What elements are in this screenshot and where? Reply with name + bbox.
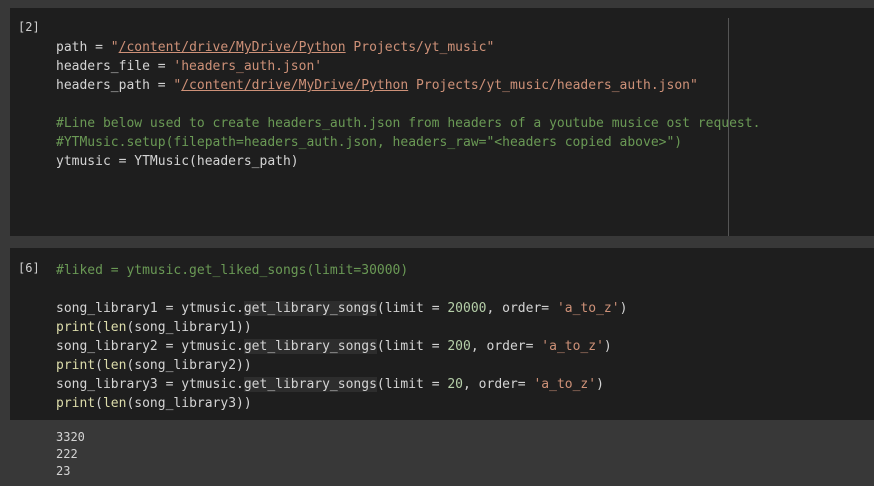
execution-count-1: [2] xyxy=(18,20,40,34)
code-token: ( xyxy=(95,358,103,373)
code-token: headers_file = xyxy=(56,59,174,74)
code-token: , order= xyxy=(463,377,534,392)
code-token: (limit = xyxy=(376,301,448,316)
code-token: headers_path = xyxy=(56,78,174,93)
code-token: song_library1 = ytmusic. xyxy=(56,301,244,316)
line-length-ruler xyxy=(728,18,729,236)
code-token: get_library_songs xyxy=(243,301,377,316)
code-token: print xyxy=(56,320,96,335)
code-token: ( xyxy=(95,320,103,335)
code-token: len xyxy=(102,358,127,373)
code-token: Projects/yt_music/headers_auth.json" xyxy=(408,78,698,93)
code-token: get_library_songs xyxy=(243,377,377,392)
code-line: song_library3 = ytmusic.get_library_song… xyxy=(56,375,874,394)
code-token: (song_library3)) xyxy=(126,396,252,411)
code-token: 'a_to_z' xyxy=(556,301,620,316)
code-token: len xyxy=(102,396,127,411)
code-token: print xyxy=(56,396,96,411)
code-token: 'headers_auth.json' xyxy=(173,59,323,74)
code-line: print(len(song_library3)) xyxy=(56,394,874,413)
cell-output: 3320 222 23 xyxy=(56,429,85,480)
output-line: 222 xyxy=(56,447,78,461)
code-line: song_library2 = ytmusic.get_library_song… xyxy=(56,337,874,356)
code-token: #liked = ytmusic.get_liked_songs(limit=3… xyxy=(56,263,409,278)
code-token: ) xyxy=(596,377,604,392)
code-token: (song_library2)) xyxy=(126,358,252,373)
code-token: 20000 xyxy=(447,301,487,316)
code-editor-1[interactable]: path = "/content/drive/MyDrive/Python Pr… xyxy=(56,38,874,171)
code-line: ytmusic = YTMusic(headers_path) xyxy=(56,152,874,171)
code-token: (limit = xyxy=(376,377,448,392)
code-cell-1[interactable]: [2] path = "/content/drive/MyDrive/Pytho… xyxy=(10,8,874,236)
code-line: headers_path = "/content/drive/MyDrive/P… xyxy=(56,76,874,95)
code-token: 20 xyxy=(447,377,464,392)
code-token: len xyxy=(102,320,127,335)
code-line: print(len(song_library1)) xyxy=(56,318,874,337)
code-token: ) xyxy=(603,339,612,354)
code-line: headers_file = 'headers_auth.json' xyxy=(56,57,874,76)
code-token: (song_library1)) xyxy=(126,320,252,335)
code-line: song_library1 = ytmusic.get_library_song… xyxy=(56,299,874,318)
code-token: ( xyxy=(95,396,103,411)
code-token: (limit = xyxy=(376,339,448,354)
code-token: " xyxy=(110,40,119,55)
code-token: song_library3 = ytmusic. xyxy=(56,377,244,392)
code-line: print(len(song_library2)) xyxy=(56,356,874,375)
code-token: #YTMusic.setup(filepath=headers_auth.jso… xyxy=(56,135,683,150)
code-token: get_library_songs xyxy=(243,339,377,354)
code-line: #Line below used to create headers_auth.… xyxy=(56,114,874,133)
code-token: /content/drive/MyDrive/Python xyxy=(181,78,409,93)
output-line: 23 xyxy=(56,464,71,478)
code-token: print xyxy=(56,358,96,373)
code-editor-2[interactable]: #liked = ytmusic.get_liked_songs(limit=3… xyxy=(56,261,874,413)
code-token: Projects/yt_music" xyxy=(345,40,495,55)
code-line: path = "/content/drive/MyDrive/Python Pr… xyxy=(56,38,874,57)
code-token: ) xyxy=(619,301,628,316)
code-token: song_library2 = ytmusic. xyxy=(56,339,244,354)
code-line: #YTMusic.setup(filepath=headers_auth.jso… xyxy=(56,133,874,152)
code-token: , order= xyxy=(470,339,542,354)
code-token: , order= xyxy=(486,301,557,316)
code-token: path = xyxy=(56,40,111,55)
code-line: #liked = ytmusic.get_liked_songs(limit=3… xyxy=(56,261,874,280)
code-token: ytmusic = YTMusic(headers_path) xyxy=(56,154,299,169)
code-token: 'a_to_z' xyxy=(541,339,604,354)
code-token: 'a_to_z' xyxy=(533,377,597,392)
output-line: 3320 xyxy=(56,430,85,444)
code-cell-2[interactable]: [6] #liked = ytmusic.get_liked_songs(lim… xyxy=(10,248,874,420)
execution-count-2: [6] xyxy=(18,261,40,275)
code-token: /content/drive/MyDrive/Python xyxy=(118,40,346,55)
code-token: 200 xyxy=(447,339,471,354)
code-token: #Line below used to create headers_auth.… xyxy=(56,116,761,131)
